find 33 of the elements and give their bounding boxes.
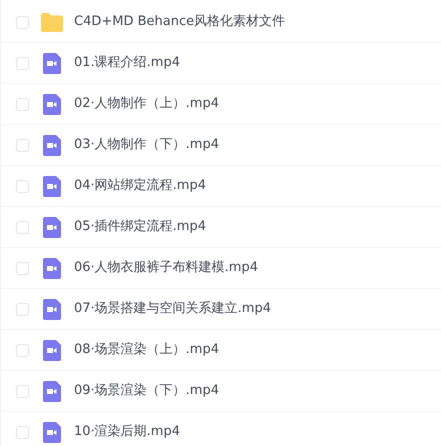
file-name[interactable]: 05·插件绑定流程.mp4 <box>74 217 206 237</box>
checkbox[interactable] <box>16 98 29 110</box>
checkbox[interactable] <box>16 384 29 398</box>
checkbox[interactable] <box>16 16 29 28</box>
video-file-icon <box>43 176 61 196</box>
video-file-icon <box>43 52 61 74</box>
video-file-icon <box>43 258 61 278</box>
checkbox[interactable] <box>16 344 29 356</box>
checkbox[interactable] <box>16 220 29 234</box>
file-name[interactable]: 07·场景搭建与空间关系建立.mp4 <box>74 299 271 319</box>
video-file-icon <box>43 380 61 402</box>
file-name[interactable]: 08·场景渲染（上）.mp4 <box>74 340 219 360</box>
checkbox[interactable] <box>16 426 29 438</box>
file-name[interactable]: 09·场景渲染（下）.mp4 <box>74 381 219 401</box>
file-name[interactable]: 06·人物衣服裤子布料建模.mp4 <box>74 258 258 278</box>
checkbox[interactable] <box>16 138 29 152</box>
file-name[interactable]: 04·网站绑定流程.mp4 <box>74 176 206 196</box>
file-name[interactable]: 10·渲染后期.mp4 <box>74 422 180 442</box>
file-name[interactable]: 03·人物制作（下）.mp4 <box>74 135 219 155</box>
video-file-icon <box>43 94 61 114</box>
checkbox[interactable] <box>16 262 29 274</box>
checkbox[interactable] <box>16 56 29 70</box>
file-name[interactable]: C4D+MD Behance风格化素材文件 <box>74 12 286 32</box>
video-file-icon <box>43 134 61 156</box>
video-file-icon <box>43 422 61 442</box>
video-file-icon <box>43 216 61 238</box>
checkbox[interactable] <box>16 302 29 316</box>
video-file-icon <box>43 340 61 360</box>
file-name[interactable]: 01.课程介绍.mp4 <box>74 53 180 73</box>
video-file-icon <box>43 298 61 320</box>
file-name[interactable]: 02·人物制作（上）.mp4 <box>74 94 219 114</box>
folder-icon <box>41 12 63 32</box>
checkbox[interactable] <box>16 180 29 192</box>
